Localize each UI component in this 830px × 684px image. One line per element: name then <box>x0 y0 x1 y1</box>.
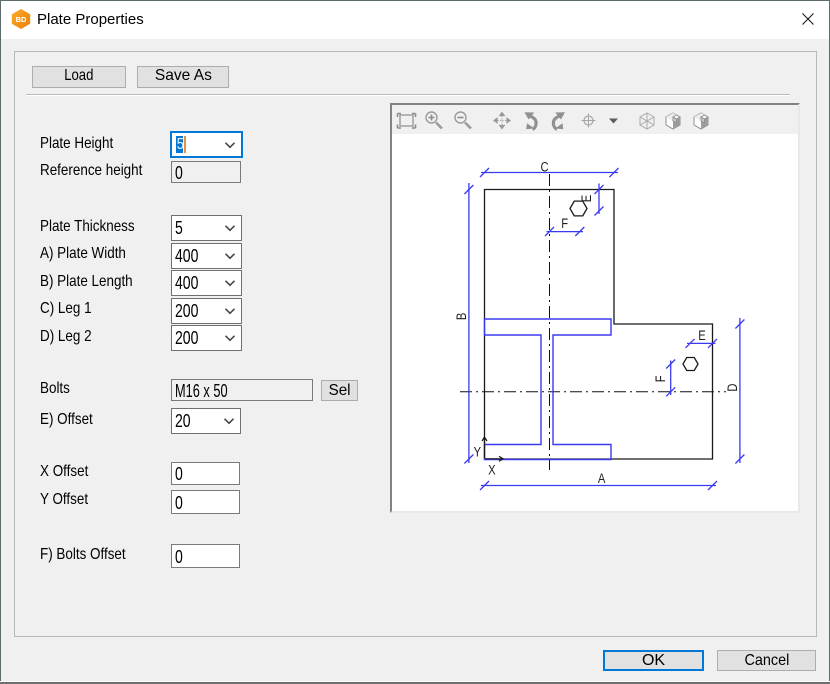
svg-text:E: E <box>579 195 594 202</box>
svg-text:F: F <box>561 216 568 231</box>
svg-text:X: X <box>488 463 496 478</box>
svg-text:F: F <box>653 375 668 382</box>
svg-text:A: A <box>598 471 606 486</box>
svg-text:D: D <box>725 384 740 392</box>
svg-text:C: C <box>540 159 548 174</box>
svg-text:B: B <box>454 313 469 320</box>
svg-text:E: E <box>698 328 705 343</box>
svg-text:Y: Y <box>474 444 482 459</box>
